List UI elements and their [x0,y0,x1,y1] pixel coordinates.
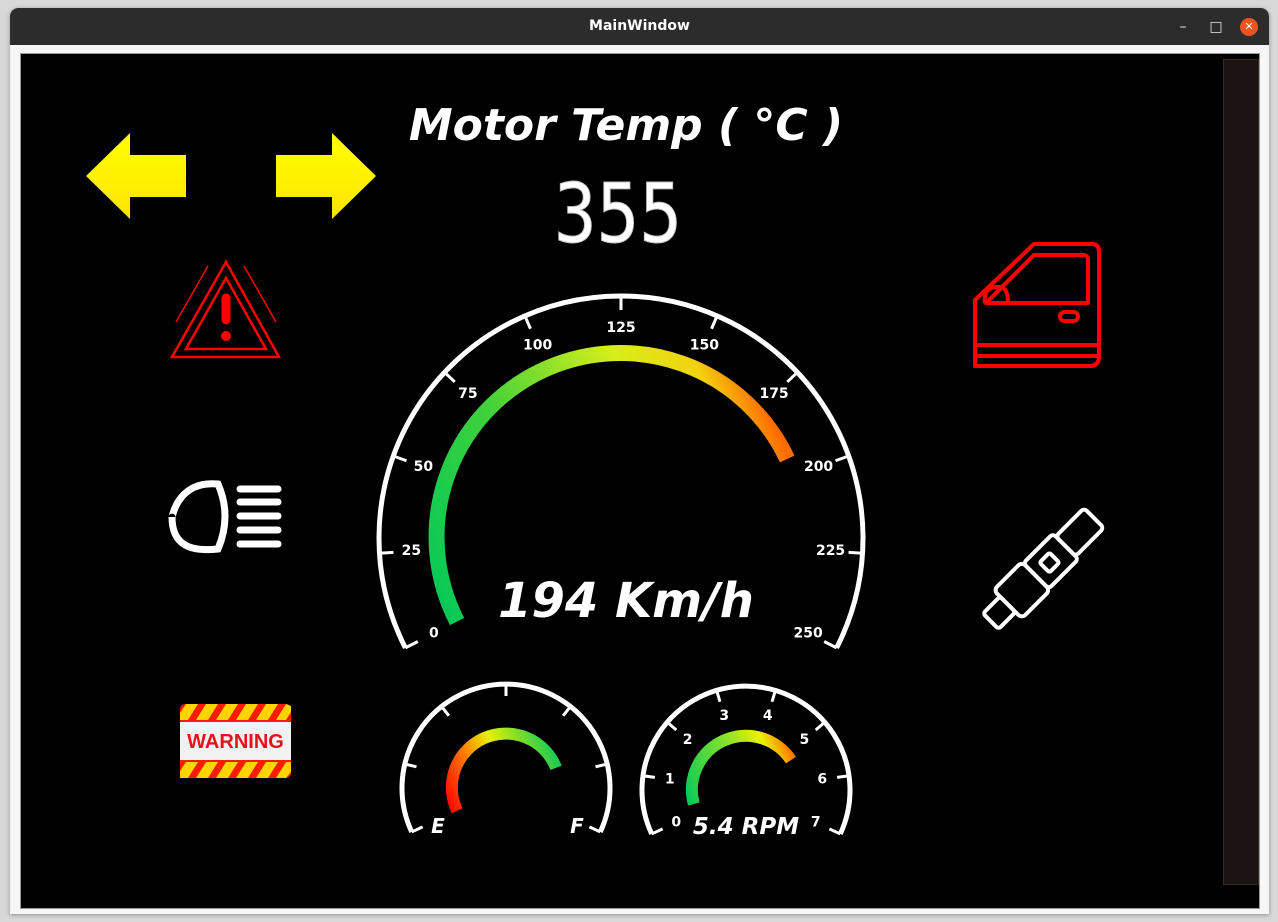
speedometer-major-tick [379,550,394,555]
speedometer-major-tick [786,371,799,384]
hazard-triangle-icon [169,259,282,359]
headlight-icon [168,480,282,554]
rpm-tick-label: 1 [665,771,675,787]
rpm-gauge-tick [828,827,841,836]
left-arrow-icon [86,133,186,219]
dashboard-canvas: Motor Temp ( °C ) 355 WARNING 0255075100… [86,100,1105,840]
speedometer-tick-label: 125 [606,320,635,336]
speedometer-tick-label: 250 [793,625,822,641]
speedometer-major-tick [710,315,719,330]
fuel-gauge-tick [440,705,451,717]
rpm-gauge-tick [836,774,850,779]
rpm-tick-label: 6 [817,771,827,787]
speedometer-tick-label: 75 [458,386,477,402]
rpm-gauge-tick [666,721,678,732]
fuel-gauge-level-arc [445,727,562,814]
speedometer-tick-label: 200 [804,459,833,475]
rpm-tick-label: 2 [683,732,693,748]
speedometer-tick-label: 50 [414,459,434,475]
rpm-tick-label: 5 [799,732,809,748]
warning-sign-label: WARNING [187,731,284,753]
seatbelt-icon [982,507,1105,630]
speedometer-tick-label: 100 [523,337,552,353]
fuel-full-label: F [570,814,584,838]
speed-readout: 194 Km/h [498,573,754,629]
rpm-gauge-value-arc [685,729,797,806]
speedometer-tick-label: 175 [759,386,788,402]
rpm-gauge-tick [814,721,826,732]
motor-temp-title: Motor Temp ( °C ) [409,100,843,151]
rpm-gauge: 0 1 2 3 4 5 6 7 5.4 RPM [639,683,853,840]
motor-temp-value: 355 [554,167,682,262]
fuel-gauge-tick [411,825,424,834]
speedometer-major-tick [392,454,407,463]
car-door-icon [973,242,1101,368]
rpm-tick-label: 4 [763,708,773,724]
speedometer-tick-label: 25 [402,543,421,559]
warning-sign-icon: WARNING [180,704,291,778]
rpm-tick-label: 0 [671,815,681,831]
fuel-gauge-tick [561,705,572,717]
rpm-readout: 5.4 RPM [693,814,799,840]
speedometer-major-tick [823,640,838,650]
speedometer-major-tick [404,640,419,650]
fuel-gauge-tick [588,825,601,834]
speedometer-tick-label: 225 [816,543,845,559]
speedometer-major-tick [835,454,850,463]
rpm-tick-label: 3 [719,708,729,724]
rpm-tick-label: 7 [811,815,821,831]
speedometer-major-tick [523,315,532,330]
speedometer-major-tick [848,550,863,555]
rpm-gauge-tick [651,827,664,836]
speedometer-tick-label: 0 [429,625,439,641]
fuel-empty-label: E [431,814,445,838]
fuel-gauge-outer-ring [399,681,613,834]
speedometer: 0 25 50 75 100 125 150 175 200 225 250 194 Km/h [376,293,866,650]
rpm-gauge-tick [642,774,656,779]
speedometer-major-tick [443,371,456,384]
fuel-gauge: E F [399,681,613,838]
rpm-gauge-outer-ring [639,683,853,836]
right-arrow-icon [276,133,376,219]
speedometer-tick-label: 150 [690,337,719,353]
